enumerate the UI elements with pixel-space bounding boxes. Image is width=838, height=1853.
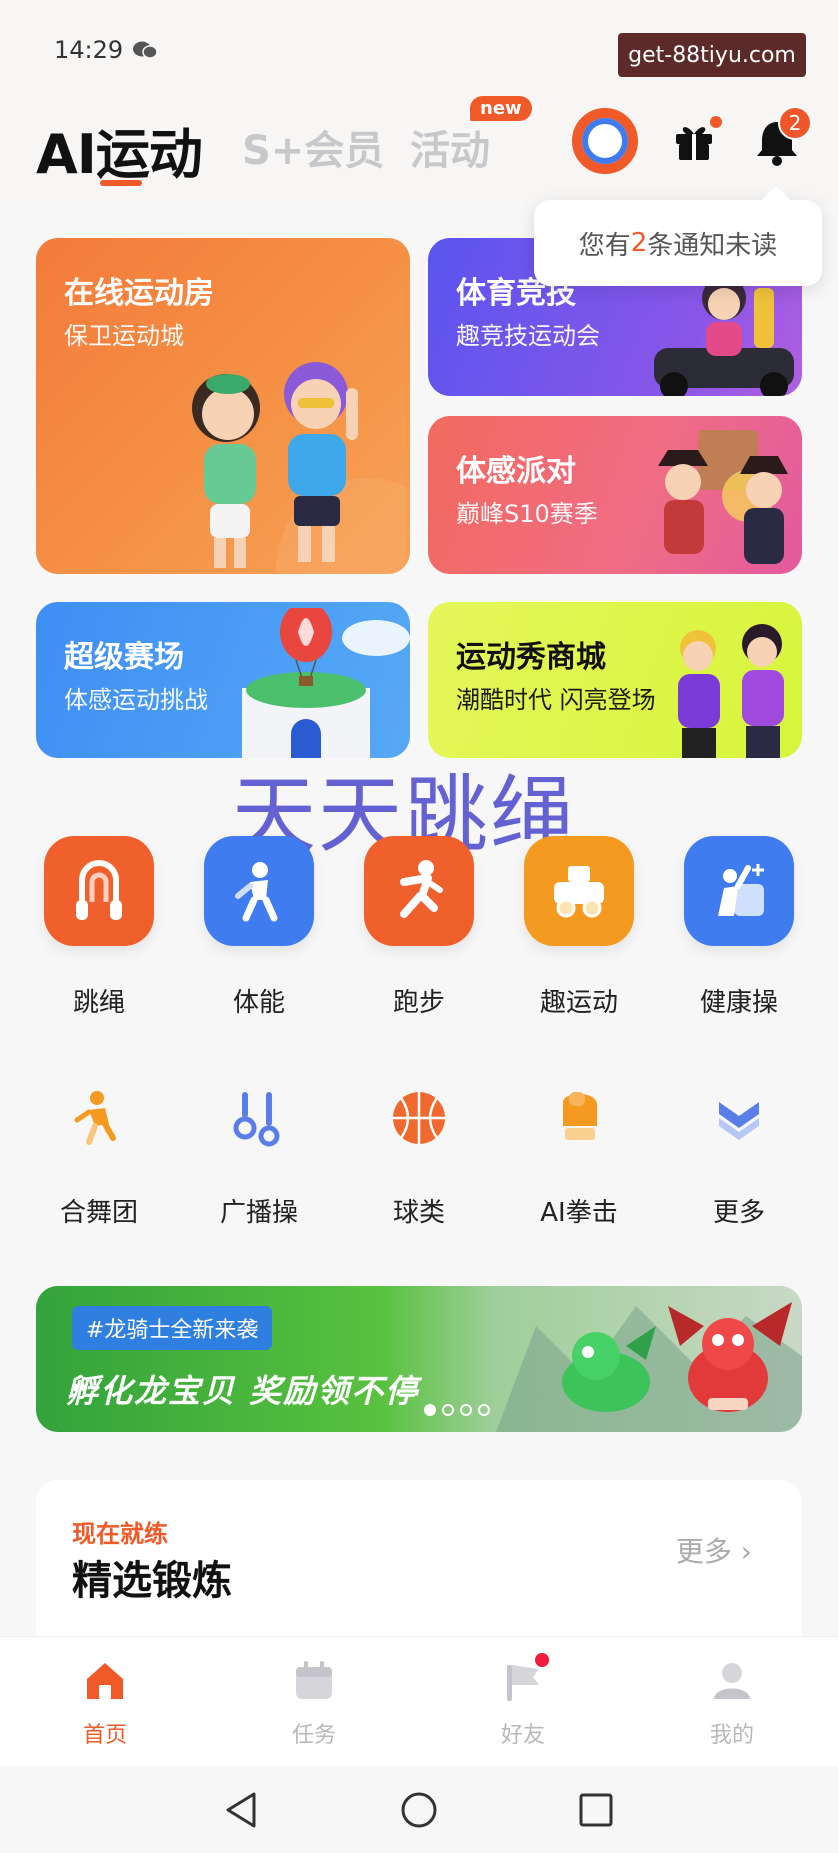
carousel-dot	[442, 1404, 454, 1416]
calendar-icon	[296, 1661, 332, 1699]
category-label: 趣运动	[539, 988, 618, 1018]
home-icon	[87, 1663, 123, 1699]
banner-headline: 孵化龙宝贝 奖励领不停	[66, 1372, 420, 1410]
section-kicker: 现在就练	[72, 1520, 168, 1548]
fitness-icon	[235, 862, 278, 922]
card-title: 运动秀商城	[456, 640, 606, 675]
notification-badge: 2	[778, 106, 812, 140]
promo-banner[interactable]: #龙骑士全新来袭 孵化龙宝贝 奖励领不停	[36, 1286, 802, 1432]
back-icon[interactable]	[220, 1788, 264, 1832]
tab-label: 任务	[291, 1723, 336, 1748]
tab-friends[interactable]: 好友	[463, 1651, 583, 1749]
category-label: 球类	[392, 1198, 445, 1228]
dragon-illustration	[496, 1302, 802, 1432]
ball-icon	[393, 1092, 445, 1144]
fashion-avatars-illustration	[678, 624, 784, 758]
card-title: 体感派对	[456, 454, 576, 489]
running-icon	[400, 860, 443, 918]
bottom-tab-bar: 首页 任务 好友 我的	[0, 1636, 838, 1766]
tab-home[interactable]: 首页	[45, 1659, 165, 1749]
notify-prefix: 您有	[578, 230, 631, 261]
tab-profile[interactable]: 我的	[672, 1659, 792, 1749]
carousel-dot	[424, 1404, 436, 1416]
status-bar: 14:29 get-88tiyu.com	[0, 0, 838, 100]
friends-notification-dot	[533, 1651, 551, 1669]
top-header: AI运动 S+会员 活动 new 2	[0, 96, 838, 200]
chevron-right-icon: ›	[740, 1535, 752, 1568]
dance-button[interactable]	[59, 1078, 139, 1158]
card-title: 超级赛场	[64, 640, 184, 675]
new-badge: new	[470, 96, 532, 121]
tab-label: 我的	[709, 1723, 754, 1748]
tab-ai-sport[interactable]: AI运动	[36, 110, 203, 189]
gift-dot	[710, 116, 722, 128]
more-link[interactable]: 更多 ›	[676, 1530, 752, 1570]
tab-vip[interactable]: S+会员	[242, 118, 384, 176]
category-label: 健康操	[699, 988, 778, 1018]
health-exercise-icon	[718, 864, 764, 916]
jump-rope-button[interactable]	[44, 836, 154, 946]
dance-icon	[74, 1091, 116, 1145]
card-subtitle: 体感运动挑战	[64, 686, 208, 714]
broadcast-exercise-button[interactable]	[219, 1078, 299, 1158]
stadium-balloon-illustration	[242, 608, 410, 758]
profile-icon	[714, 1663, 750, 1699]
card-subtitle: 巅峰S10赛季	[456, 500, 598, 528]
boxing-button[interactable]	[539, 1078, 619, 1158]
carousel-dot	[478, 1404, 490, 1416]
jump-rope-icon	[76, 860, 122, 920]
category-label: AI拳击	[540, 1198, 618, 1228]
home-circle-icon[interactable]	[397, 1788, 441, 1832]
card-online-room[interactable]: 在线运动房 保卫运动城	[36, 238, 410, 574]
notify-count: 2	[630, 228, 648, 258]
active-tab-indicator	[100, 180, 142, 186]
more-button[interactable]	[699, 1078, 779, 1158]
fun-sport-icon	[554, 866, 604, 918]
racer-illustration	[654, 276, 794, 396]
status-time: 14:29	[54, 36, 124, 64]
system-navigation-bar	[0, 1766, 838, 1853]
featured-workouts-section: 现在就练 精选锻炼 更多 ›	[36, 1480, 802, 1640]
fitness-button[interactable]	[204, 836, 314, 946]
notification-popover[interactable]: 您有 2 条通知未读	[534, 200, 822, 286]
notify-suffix: 条通知未读	[647, 230, 778, 261]
category-label: 广播操	[219, 1198, 298, 1228]
card-motion-party[interactable]: 体感派对 巅峰S10赛季	[428, 416, 802, 574]
more-label: 更多	[675, 1535, 732, 1568]
card-super-arena[interactable]: 超级赛场 体感运动挑战	[36, 602, 410, 758]
fun-sport-button[interactable]	[524, 836, 634, 946]
running-button[interactable]	[364, 836, 474, 946]
tab-tasks[interactable]: 任务	[254, 1659, 374, 1749]
watermark: get-88tiyu.com	[618, 33, 806, 77]
avatars-illustration	[192, 362, 406, 574]
tab-activity[interactable]: 活动	[410, 118, 490, 176]
category-label: 跑步	[392, 988, 445, 1018]
wechat-icon	[133, 41, 158, 59]
tab-label: 好友	[500, 1723, 545, 1748]
category-label: 体能	[232, 988, 285, 1018]
pirates-illustration	[658, 430, 788, 564]
category-label: 合舞团	[59, 1198, 138, 1228]
gift-icon[interactable]	[672, 118, 716, 162]
carousel-dots	[424, 1404, 490, 1416]
boxing-icon	[563, 1092, 597, 1140]
card-title: 在线运动房	[64, 276, 214, 311]
category-label: 更多	[712, 1198, 765, 1228]
more-icon	[719, 1102, 759, 1140]
card-subtitle: 保卫运动城	[64, 322, 184, 350]
section-title: 精选锻炼	[72, 1558, 232, 1604]
banner-tag: #龙骑士全新来袭	[72, 1306, 273, 1350]
health-exercise-button[interactable]	[684, 836, 794, 946]
card-subtitle: 潮酷时代 闪亮登场	[456, 686, 656, 714]
card-sport-show-mall[interactable]: 运动秀商城 潮酷时代 闪亮登场	[428, 602, 802, 758]
carousel-dot	[460, 1404, 472, 1416]
card-subtitle: 趣竞技运动会	[456, 322, 600, 350]
ring-device-button[interactable]	[572, 108, 638, 174]
category-label: 跳绳	[72, 988, 125, 1018]
ball-button[interactable]	[379, 1078, 459, 1158]
broadcast-exercise-icon	[233, 1092, 280, 1147]
tab-label: 首页	[82, 1723, 127, 1748]
recent-apps-icon[interactable]	[574, 1788, 618, 1832]
